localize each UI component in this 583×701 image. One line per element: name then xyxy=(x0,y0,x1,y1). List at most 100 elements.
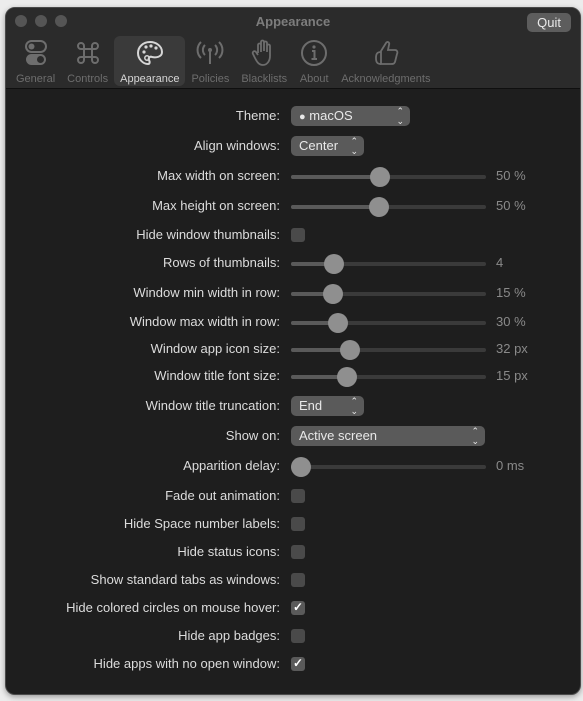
slider-knob[interactable] xyxy=(368,197,389,217)
title-font-size-value: 15 px xyxy=(496,368,528,383)
max-width-row-label: Window max width in row: xyxy=(129,314,280,329)
theme-label: Theme: xyxy=(235,108,280,123)
hide-badges-label: Hide app badges: xyxy=(178,628,280,643)
slider-knob[interactable] xyxy=(340,340,360,360)
slider-knob[interactable] xyxy=(291,457,311,477)
min-width-row-row: Window min width in row: 15 % xyxy=(6,281,580,305)
rows-row: Rows of thumbnails: 4 xyxy=(6,251,580,275)
tab-label: About xyxy=(299,73,329,85)
chevron-up-down-icon: ⌃ ⌄ xyxy=(396,106,404,126)
hide-space-labels-row: Hide Space number labels: xyxy=(6,512,580,536)
title-font-size-slider[interactable] xyxy=(291,367,486,387)
icon-size-label: Window app icon size: xyxy=(150,341,280,356)
max-width-row-row: Window max width in row: 30 % xyxy=(6,310,580,334)
thumbs-up-icon xyxy=(374,41,399,65)
hide-badges-checkbox[interactable] xyxy=(291,629,305,643)
tab-label: Appearance xyxy=(120,73,180,85)
align-windows-value: Center xyxy=(299,138,339,153)
slider-knob[interactable] xyxy=(337,367,358,387)
chevron-up-down-icon: ⌃ ⌄ xyxy=(471,426,479,446)
min-width-row-value: 15 % xyxy=(496,285,526,300)
show-on-label: Show on: xyxy=(225,428,280,443)
theme-value: macOS xyxy=(309,108,353,123)
min-width-row-slider[interactable] xyxy=(291,284,486,304)
chevron-up-down-icon: ⌃ ⌄ xyxy=(350,396,358,416)
hide-status-icons-label: Hide status icons: xyxy=(177,544,280,559)
standard-tabs-checkbox[interactable] xyxy=(291,573,305,587)
apparition-delay-slider[interactable] xyxy=(291,457,486,477)
standard-tabs-row: Show standard tabs as windows: xyxy=(6,568,580,592)
standard-tabs-label: Show standard tabs as windows: xyxy=(90,572,280,587)
hide-no-window-apps-checkbox[interactable] xyxy=(291,656,305,671)
icon-size-row: Window app icon size: 32 px xyxy=(6,337,580,361)
tab-label: Controls xyxy=(67,73,109,85)
hide-colored-circles-checkbox[interactable] xyxy=(291,600,305,615)
max-width-label: Max width on screen: xyxy=(157,168,280,183)
align-windows-label: Align windows: xyxy=(194,138,280,153)
tab-label: Acknowledgments xyxy=(341,73,431,85)
slider-fill xyxy=(291,175,380,179)
hide-no-window-apps-row: Hide apps with no open window: xyxy=(6,652,580,676)
min-width-row-label: Window min width in row: xyxy=(133,285,280,300)
toolbar: Appearance Quit General Controls Appeara… xyxy=(6,8,580,89)
icon-size-value: 32 px xyxy=(496,341,528,356)
apple-logo-icon: ● xyxy=(299,111,306,123)
slider-knob[interactable] xyxy=(327,313,348,333)
antenna-icon xyxy=(197,41,224,64)
toggle-switches-icon xyxy=(24,40,47,65)
slider-knob[interactable] xyxy=(369,167,390,187)
fade-out-row: Fade out animation: xyxy=(6,484,580,508)
show-on-value: Active screen xyxy=(299,428,378,443)
title-truncation-select[interactable]: End ⌃ ⌄ xyxy=(291,396,364,416)
hide-colored-circles-label: Hide colored circles on mouse hover: xyxy=(66,600,280,615)
max-height-slider[interactable] xyxy=(291,197,486,217)
quit-button[interactable]: Quit xyxy=(527,13,571,32)
fade-out-label: Fade out animation: xyxy=(165,488,280,503)
tab-controls[interactable]: Controls xyxy=(61,36,114,86)
title-truncation-row: Window title truncation: End ⌃ ⌄ xyxy=(6,394,580,418)
max-width-slider[interactable] xyxy=(291,167,486,187)
hide-status-icons-checkbox[interactable] xyxy=(291,545,305,559)
slider-knob[interactable] xyxy=(324,254,345,274)
hide-thumbnails-checkbox[interactable] xyxy=(291,228,305,242)
theme-select[interactable]: ● macOS ⌃ ⌄ xyxy=(291,106,410,126)
max-height-row: Max height on screen: 50 % xyxy=(6,194,580,218)
hide-status-icons-row: Hide status icons: xyxy=(6,540,580,564)
hide-no-window-apps-label: Hide apps with no open window: xyxy=(93,656,280,671)
tab-appearance[interactable]: Appearance xyxy=(114,36,186,86)
apparition-delay-value: 0 ms xyxy=(496,458,525,473)
window-title: Appearance xyxy=(255,14,331,29)
chevron-up-down-icon: ⌃ ⌄ xyxy=(350,136,358,156)
tab-label: Policies xyxy=(191,73,230,85)
apparition-delay-row: Apparition delay: 0 ms xyxy=(6,454,580,478)
palette-icon xyxy=(136,40,163,66)
slider-knob[interactable] xyxy=(322,284,343,304)
title-truncation-label: Window title truncation: xyxy=(145,398,280,413)
tab-blacklists[interactable]: Blacklists xyxy=(235,36,293,86)
title-font-size-row: Window title font size: 15 px xyxy=(6,364,580,388)
tab-bar: General Controls Appearance Policies Bla… xyxy=(10,36,436,86)
max-width-row-value: 30 % xyxy=(496,314,526,329)
icon-size-slider[interactable] xyxy=(291,340,486,360)
tab-acknowledgments[interactable]: Acknowledgments xyxy=(335,36,436,86)
hide-thumbnails-row: Hide window thumbnails: xyxy=(6,223,580,247)
hide-thumbnails-label: Hide window thumbnails: xyxy=(136,227,280,242)
max-width-row-slider[interactable] xyxy=(291,313,486,333)
slider-fill xyxy=(291,205,379,209)
rows-slider[interactable] xyxy=(291,254,486,274)
align-windows-select[interactable]: Center ⌃ ⌄ xyxy=(291,136,364,156)
hide-badges-row: Hide app badges: xyxy=(6,624,580,648)
show-on-select[interactable]: Active screen ⌃ ⌄ xyxy=(291,426,485,446)
apparition-delay-label: Apparition delay: xyxy=(183,458,280,473)
rows-label: Rows of thumbnails: xyxy=(162,255,280,270)
tab-general[interactable]: General xyxy=(10,36,61,86)
tab-about[interactable]: About xyxy=(293,36,335,86)
title-truncation-value: End xyxy=(299,398,323,413)
fade-out-checkbox[interactable] xyxy=(291,489,305,503)
max-width-value: 50 % xyxy=(496,168,526,183)
tab-policies[interactable]: Policies xyxy=(185,36,235,86)
hide-colored-circles-row: Hide colored circles on mouse hover: xyxy=(6,596,580,620)
hide-space-labels-checkbox[interactable] xyxy=(291,517,305,531)
max-height-value: 50 % xyxy=(496,198,526,213)
command-key-icon xyxy=(76,42,99,64)
